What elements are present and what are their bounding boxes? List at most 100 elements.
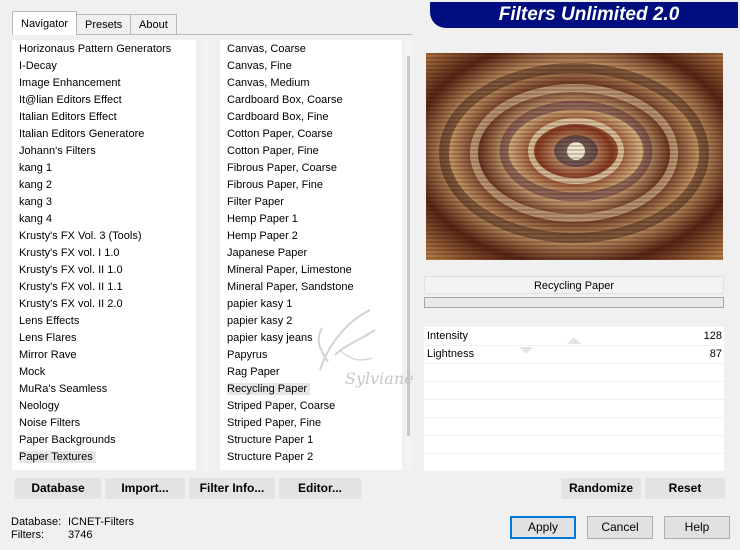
filter-item[interactable]: Mineral Paper, Sandstone (220, 279, 402, 296)
category-item[interactable]: Horizonaus Pattern Generators (12, 41, 196, 58)
filter-name-display: Recycling Paper (424, 276, 724, 294)
filter-item[interactable]: Cotton Paper, Coarse (220, 126, 402, 143)
filter-item-label: papier kasy 2 (227, 315, 293, 327)
filter-item[interactable]: Striped Paper, Fine (220, 415, 402, 432)
tab-navigator[interactable]: Navigator (12, 11, 78, 35)
category-item-label: Italian Editors Generatore (19, 128, 145, 140)
category-item[interactable]: Krusty's FX vol. II 2.0 (12, 296, 196, 313)
param-row-lightness[interactable]: Lightness 87 (424, 345, 724, 364)
category-item[interactable]: Italian Editors Generatore (12, 126, 196, 143)
category-item-label: Johann's Filters (19, 145, 96, 157)
category-item[interactable]: kang 3 (12, 194, 196, 211)
category-item-label: kang 1 (19, 162, 53, 174)
category-item[interactable]: Image Enhancement (12, 75, 196, 92)
category-item[interactable]: Johann's Filters (12, 143, 196, 160)
category-item[interactable]: Krusty's FX vol. II 1.0 (12, 262, 196, 279)
filter-item[interactable]: Cardboard Box, Coarse (220, 92, 402, 109)
filter-item-label: Hemp Paper 1 (227, 213, 298, 225)
filter-scrollbar[interactable] (406, 40, 411, 470)
filters-count: 3746 (68, 529, 93, 541)
filter-item[interactable]: Mineral Paper, Limestone (220, 262, 402, 279)
filter-item-label: Cotton Paper, Fine (227, 145, 319, 157)
filter-item-label: Filter Paper (227, 196, 284, 208)
filter-item[interactable]: Fibrous Paper, Coarse (220, 160, 402, 177)
category-item[interactable]: Krusty's FX vol. I 1.0 (12, 245, 196, 262)
category-item[interactable]: MuRa's Seamless (12, 381, 196, 398)
category-item[interactable]: Krusty's FX Vol. 3 (Tools) (12, 228, 196, 245)
database-label: Database: (11, 516, 62, 528)
filter-item[interactable]: Filter Paper (220, 194, 402, 211)
category-item[interactable]: kang 4 (12, 211, 196, 228)
category-item-label: Italian Editors Effect (19, 111, 117, 123)
import-button[interactable]: Import... (105, 478, 185, 499)
filter-item[interactable]: Canvas, Medium (220, 75, 402, 92)
filter-item[interactable]: Canvas, Coarse (220, 41, 402, 58)
param-row-empty (424, 381, 724, 400)
category-item[interactable]: kang 2 (12, 177, 196, 194)
help-button[interactable]: Help (664, 516, 730, 539)
category-scrollbar[interactable] (203, 40, 208, 470)
category-item-label: kang 3 (19, 196, 53, 208)
filter-item-label: Structure Paper 2 (227, 451, 314, 463)
category-item-label: It@lian Editors Effect (19, 94, 122, 106)
category-item[interactable]: Mirror Rave (12, 347, 196, 364)
randomize-button[interactable]: Randomize (561, 478, 641, 499)
filter-item-label: Structure Paper 1 (227, 434, 314, 446)
tab-presets[interactable]: Presets (76, 14, 132, 34)
category-list[interactable]: Horizonaus Pattern Generators I-Decay Imag… (12, 40, 196, 470)
filter-item-label: Hemp Paper 2 (227, 230, 298, 242)
category-item-label: kang 4 (19, 213, 53, 225)
category-item[interactable]: Paper Backgrounds (12, 432, 196, 449)
filter-info-button[interactable]: Filter Info... (189, 478, 275, 499)
param-row-empty (424, 417, 724, 436)
category-item-label: Krusty's FX vol. II 1.1 (19, 281, 123, 293)
intensity-slider-marker[interactable] (567, 337, 581, 344)
watermark-logo: Sylviane (317, 309, 414, 388)
filter-item[interactable]: Structure Paper 2 (220, 449, 402, 466)
filter-item-label: papier kasy 1 (227, 298, 293, 310)
category-item[interactable]: Mock (12, 364, 196, 381)
category-item[interactable]: Paper Textures (12, 449, 196, 466)
filter-list[interactable]: Canvas, Coarse Canvas, Fine Canvas, Medium… (220, 40, 402, 470)
category-item-label: MuRa's Seamless (19, 383, 108, 395)
category-item[interactable]: Krusty's FX vol. II 1.1 (12, 279, 196, 296)
filter-item-label: Mineral Paper, Sandstone (227, 281, 354, 293)
param-label: Intensity (427, 330, 468, 342)
category-item-label: Horizonaus Pattern Generators (19, 43, 172, 55)
filter-item[interactable]: Cotton Paper, Fine (220, 143, 402, 160)
database-button[interactable]: Database (15, 478, 101, 499)
category-item[interactable]: kang 1 (12, 160, 196, 177)
category-item-label: Image Enhancement (19, 77, 121, 89)
filter-item[interactable]: Hemp Paper 1 (220, 211, 402, 228)
apply-button[interactable]: Apply (510, 516, 576, 539)
filter-item[interactable]: Structure Paper 1 (220, 432, 402, 449)
cancel-button[interactable]: Cancel (587, 516, 653, 539)
category-item[interactable]: Noise Filters (12, 415, 196, 432)
category-item[interactable]: Lens Effects (12, 313, 196, 330)
filter-item-label: Cotton Paper, Coarse (227, 128, 333, 140)
filter-item[interactable]: Fibrous Paper, Fine (220, 177, 402, 194)
param-row-intensity[interactable]: Intensity 128 (424, 327, 724, 346)
param-value: 87 (709, 348, 722, 360)
category-item[interactable]: Italian Editors Effect (12, 109, 196, 126)
database-info: Database: ICNET-Filters (11, 516, 134, 528)
category-item[interactable]: Lens Flares (12, 330, 196, 347)
category-item[interactable]: I-Decay (12, 58, 196, 75)
category-item-label: Lens Effects (19, 315, 80, 327)
filter-item[interactable]: Canvas, Fine (220, 58, 402, 75)
reset-button[interactable]: Reset (645, 478, 725, 499)
editor-button[interactable]: Editor... (279, 478, 361, 499)
lightness-slider-marker[interactable] (519, 347, 533, 354)
category-item-label: I-Decay (19, 60, 57, 72)
filter-item-label: Canvas, Coarse (227, 43, 306, 55)
filters-label: Filters: (11, 529, 44, 541)
filter-item[interactable]: Japanese Paper (220, 245, 402, 262)
filter-item[interactable]: Hemp Paper 2 (220, 228, 402, 245)
category-item-label: Krusty's FX vol. I 1.0 (19, 247, 120, 259)
category-item[interactable]: It@lian Editors Effect (12, 92, 196, 109)
param-row-empty (424, 363, 724, 382)
filter-item[interactable]: Striped Paper, Coarse (220, 398, 402, 415)
category-item[interactable]: Neology (12, 398, 196, 415)
filter-item[interactable]: Cardboard Box, Fine (220, 109, 402, 126)
tab-about[interactable]: About (130, 14, 177, 34)
